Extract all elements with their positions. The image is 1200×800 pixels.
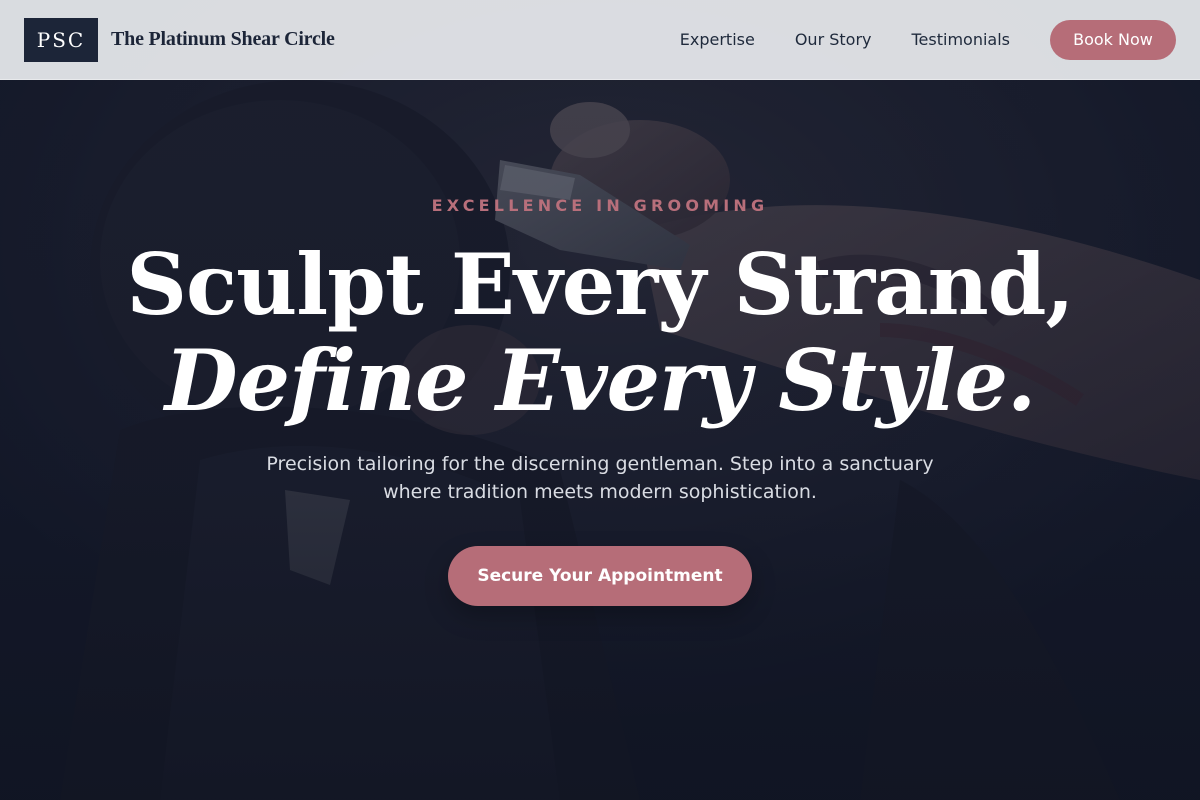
hero-headline-line2: Define Every Style. — [164, 331, 1037, 430]
hero-section: EXCELLENCE IN GROOMING Sculpt Every Stra… — [0, 80, 1200, 800]
nav-link-expertise[interactable]: Expertise — [680, 30, 755, 49]
hero-subtitle: Precision tailoring for the discerning g… — [266, 453, 934, 503]
nav-link-testimonials[interactable]: Testimonials — [912, 30, 1011, 49]
logo-mark: PSC — [24, 17, 98, 62]
landing-page: PSC The Platinum Shear Circle Expertise … — [0, 0, 1200, 800]
brand-name: The Platinum Shear Circle — [111, 28, 335, 50]
hero-headline-line1: Sculpt Every Strand, — [126, 235, 1074, 334]
brand-link[interactable]: PSC The Platinum Shear Circle — [24, 17, 335, 62]
secure-appointment-button[interactable]: Secure Your Appointment — [448, 546, 752, 606]
main-nav: Expertise Our Story Testimonials Book No… — [680, 19, 1176, 60]
nav-link-our-story[interactable]: Our Story — [795, 30, 872, 49]
hero-eyebrow: EXCELLENCE IN GROOMING — [431, 196, 769, 215]
book-now-button[interactable]: Book Now — [1050, 19, 1176, 60]
site-header: PSC The Platinum Shear Circle Expertise … — [0, 0, 1200, 80]
